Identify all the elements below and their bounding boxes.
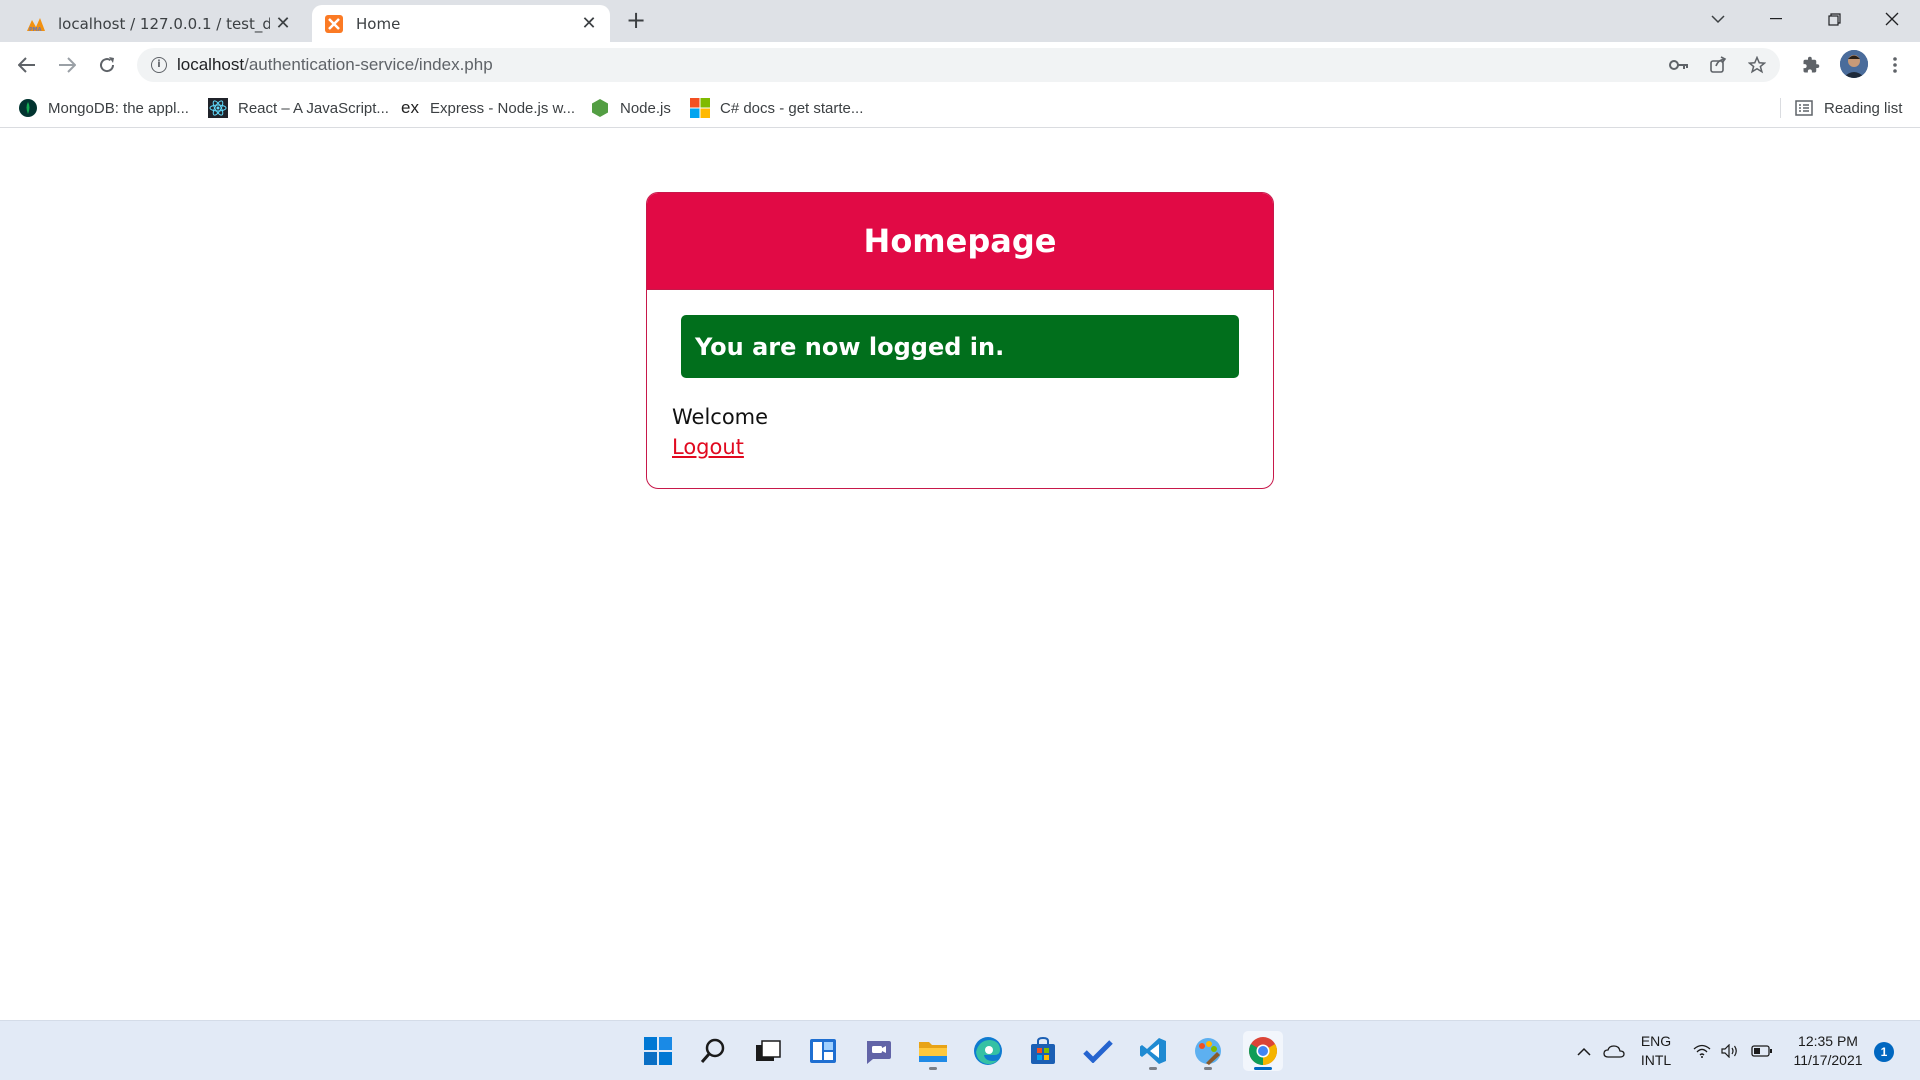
wifi-icon[interactable] <box>1690 1039 1714 1063</box>
phpmyadmin-icon: PMA <box>26 14 46 34</box>
file-explorer-icon[interactable] <box>913 1031 953 1071</box>
tab-search-button[interactable] <box>1690 0 1746 38</box>
bookmark-label: Node.js <box>620 99 671 117</box>
reload-button[interactable] <box>92 50 122 80</box>
reading-list-button[interactable]: Reading list <box>1794 96 1902 120</box>
nodejs-icon <box>590 98 610 118</box>
bookmarks-divider <box>1780 98 1781 118</box>
battery-icon[interactable] <box>1750 1039 1774 1063</box>
language-line1: ENG <box>1640 1033 1672 1049</box>
logout-link[interactable]: Logout <box>672 435 744 459</box>
express-icon: ex <box>401 98 419 117</box>
reading-list-icon <box>1794 98 1814 118</box>
tab-title: Home <box>356 14 401 33</box>
widgets-icon[interactable] <box>803 1031 843 1071</box>
profile-avatar[interactable] <box>1840 50 1868 78</box>
forward-button[interactable] <box>52 50 82 80</box>
restore-button[interactable] <box>1806 0 1862 38</box>
minimize-button[interactable] <box>1748 0 1804 38</box>
teams-chat-icon[interactable] <box>858 1031 898 1071</box>
reading-list-label: Reading list <box>1824 99 1903 117</box>
bookmarks-bar: MongoDB: the appl... React – A JavaScrip… <box>0 88 1920 128</box>
bookmark-mongodb[interactable]: MongoDB: the appl... <box>18 96 189 120</box>
page-title: Homepage <box>863 222 1057 260</box>
running-indicator <box>1149 1067 1157 1070</box>
bookmark-nodejs[interactable]: Node.js <box>590 96 671 120</box>
start-icon[interactable] <box>638 1031 678 1071</box>
todo-icon[interactable] <box>1078 1031 1118 1071</box>
store-icon[interactable] <box>1023 1031 1063 1071</box>
paint-icon[interactable] <box>1188 1031 1228 1071</box>
clock-time: 12:35 PM <box>1798 1033 1858 1049</box>
search-icon[interactable] <box>693 1031 733 1071</box>
bookmark-react[interactable]: React – A JavaScript... <box>208 96 389 120</box>
edge-icon[interactable] <box>968 1031 1008 1071</box>
bookmark-star-icon[interactable] <box>1745 53 1769 77</box>
windows-taskbar: ENG INTL 12:35 PM 11/17/2021 1 <box>0 1020 1920 1080</box>
tab-home[interactable]: Home ✕ <box>312 5 610 42</box>
homepage-card: Homepage You are now logged in. Welcome … <box>646 192 1274 489</box>
url-host: localhost <box>177 55 245 74</box>
more-menu-icon[interactable] <box>1880 50 1910 80</box>
show-hidden-icons-icon[interactable] <box>1572 1039 1596 1063</box>
address-bar[interactable]: i localhost/authentication-service/index… <box>137 48 1780 82</box>
bookmark-express[interactable]: ex Express - Node.js w... <box>400 96 575 120</box>
url-path: /authentication-service/index.php <box>244 55 493 74</box>
language-line2: INTL <box>1640 1052 1672 1068</box>
react-icon <box>208 98 228 118</box>
extensions-icon[interactable] <box>1796 50 1826 80</box>
new-tab-button[interactable]: + <box>622 6 650 34</box>
clock-date: 11/17/2021 <box>1793 1052 1863 1068</box>
microsoft-icon <box>690 98 710 118</box>
svg-text:PMA: PMA <box>29 27 42 32</box>
back-button[interactable] <box>12 50 42 80</box>
mongodb-icon <box>18 98 38 118</box>
bookmark-csharp-docs[interactable]: C# docs - get starte... <box>690 96 863 120</box>
running-indicator <box>1204 1067 1212 1070</box>
task-view-icon[interactable] <box>748 1031 788 1071</box>
page-viewport: Homepage You are now logged in. Welcome … <box>0 128 1920 1020</box>
running-indicator <box>929 1067 937 1070</box>
notification-badge[interactable]: 1 <box>1874 1042 1894 1062</box>
close-window-button[interactable] <box>1864 0 1920 38</box>
tab-strip: PMA localhost / 127.0.0.1 / test_datab ✕… <box>0 0 1920 42</box>
bookmark-label: MongoDB: the appl... <box>48 99 189 117</box>
bookmark-label: React – A JavaScript... <box>238 99 389 117</box>
tab-phpmyadmin[interactable]: PMA localhost / 127.0.0.1 / test_datab ✕ <box>14 5 304 42</box>
clock[interactable]: 12:35 PM 11/17/2021 <box>1790 1032 1866 1070</box>
bookmark-label: Express - Node.js w... <box>430 99 576 117</box>
volume-icon[interactable] <box>1718 1039 1742 1063</box>
url-text[interactable]: localhost/authentication-service/index.p… <box>177 55 493 75</box>
welcome-text: Welcome <box>672 405 769 429</box>
onedrive-icon[interactable] <box>1602 1039 1626 1063</box>
running-indicator <box>1254 1067 1272 1070</box>
tab-title: localhost / 127.0.0.1 / test_datab <box>58 14 270 33</box>
alert-message: You are now logged in. <box>695 332 1005 361</box>
bookmark-label: C# docs - get starte... <box>720 99 864 117</box>
key-icon[interactable] <box>1667 53 1691 77</box>
close-icon[interactable]: ✕ <box>576 11 602 37</box>
card-header: Homepage <box>647 193 1273 290</box>
xampp-icon <box>324 14 344 34</box>
success-alert: You are now logged in. <box>681 315 1239 378</box>
share-icon[interactable] <box>1706 53 1730 77</box>
close-icon[interactable]: ✕ <box>270 11 296 37</box>
browser-toolbar: i localhost/authentication-service/index… <box>0 42 1920 88</box>
input-language[interactable]: ENG INTL <box>1636 1032 1676 1070</box>
chrome-icon[interactable] <box>1243 1031 1283 1071</box>
vscode-icon[interactable] <box>1133 1031 1173 1071</box>
site-info-icon[interactable]: i <box>151 57 167 73</box>
